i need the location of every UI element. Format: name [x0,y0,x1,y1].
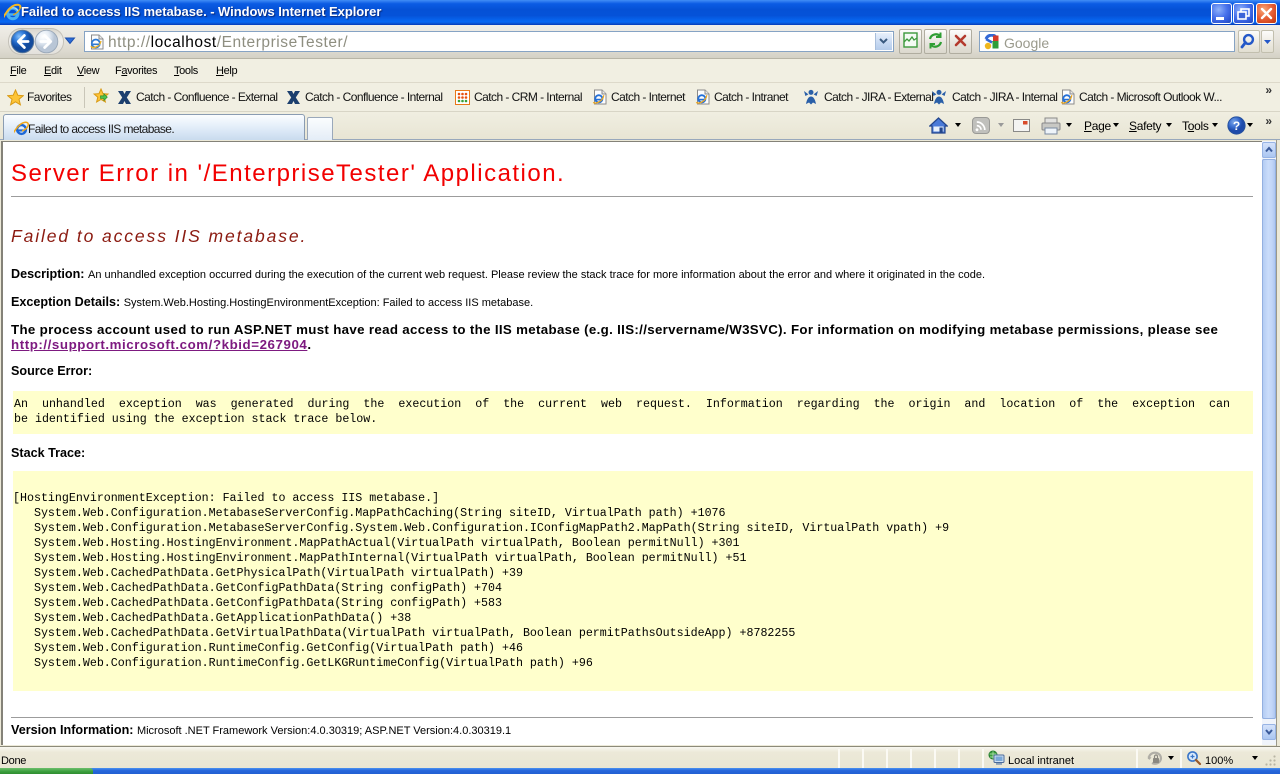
svg-text:?: ? [1233,119,1240,133]
